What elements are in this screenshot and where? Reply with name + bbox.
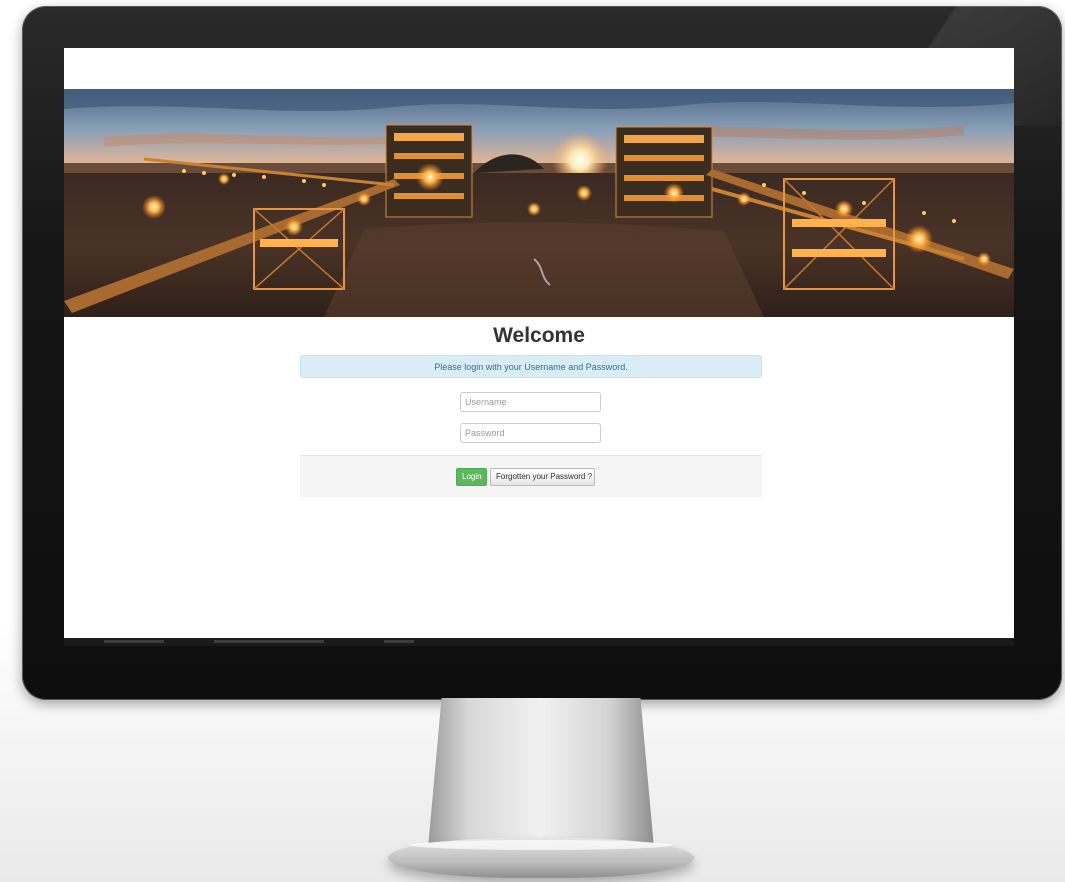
hero-banner-image bbox=[64, 89, 1014, 317]
monitor-mockup: Welcome Please login with your Username … bbox=[0, 0, 1065, 882]
reflection-mark bbox=[214, 640, 324, 643]
login-info-alert: Please login with your Username and Pass… bbox=[300, 355, 762, 378]
monitor-bezel: Welcome Please login with your Username … bbox=[22, 6, 1062, 700]
login-button[interactable]: Login bbox=[456, 468, 487, 486]
monitor-screen: Welcome Please login with your Username … bbox=[64, 48, 1014, 644]
reflection-mark bbox=[384, 640, 414, 643]
page-title: Welcome bbox=[493, 324, 585, 347]
screen-bottom-edge bbox=[64, 638, 1014, 646]
monitor-stand-neck bbox=[428, 698, 654, 848]
form-actions-footer: Login Forgotten your Password ? bbox=[300, 455, 762, 497]
reflection-mark bbox=[104, 640, 164, 643]
stand-base-highlight bbox=[410, 840, 672, 850]
forgot-password-button[interactable]: Forgotten your Password ? bbox=[490, 468, 595, 486]
mining-plant-illustration bbox=[64, 89, 1014, 317]
username-input[interactable] bbox=[460, 392, 601, 412]
password-input[interactable] bbox=[460, 423, 601, 443]
